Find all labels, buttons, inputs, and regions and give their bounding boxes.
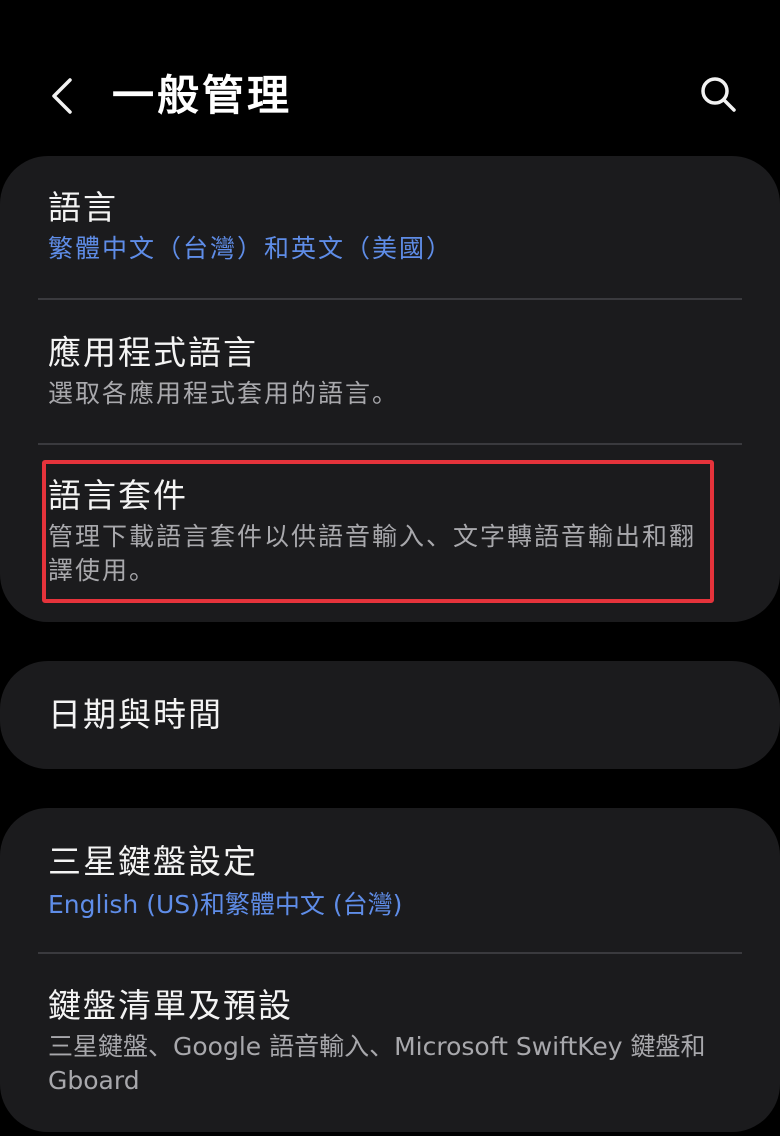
search-icon <box>701 77 736 112</box>
divider <box>38 443 742 445</box>
chevron-left-icon <box>52 78 72 114</box>
keyboard-list-subtitle: 三星鍵盤、Google 語音輸入、Microsoft SwiftKey 鍵盤和 … <box>48 1032 706 1095</box>
back-button[interactable] <box>36 66 88 126</box>
date-time-card: 日期與時間 <box>0 661 780 769</box>
keyboard-list-title: 鍵盤清單及預設 <box>48 986 293 1025</box>
app-language-item[interactable]: 應用程式語言 選取各應用程式套用的語言。 <box>0 331 780 411</box>
divider <box>38 298 742 300</box>
language-packs-item[interactable]: 語言套件 管理下載語言套件以供語音輸入、文字轉語音輸出和翻譯使用。 <box>0 474 780 588</box>
language-packs-subtitle: 管理下載語言套件以供語音輸入、文字轉語音輸出和翻譯使用。 <box>48 522 697 585</box>
samsung-keyboard-item[interactable]: 三星鍵盤設定 English (US)和繁體中文 (台灣) <box>0 840 780 922</box>
date-time-item[interactable]: 日期與時間 <box>0 693 780 737</box>
keyboard-list-item[interactable]: 鍵盤清單及預設 三星鍵盤、Google 語音輸入、Microsoft Swift… <box>0 984 780 1098</box>
samsung-keyboard-subtitle: English (US)和繁體中文 (台灣) <box>48 890 403 919</box>
page-title: 一般管理 <box>112 71 293 120</box>
search-button[interactable] <box>690 66 746 122</box>
language-subtitle: 繁體中文（台灣）和英文（美國） <box>48 234 454 263</box>
language-item[interactable]: 語言 繁體中文（台灣）和英文（美國） <box>0 186 780 266</box>
date-time-title: 日期與時間 <box>48 695 223 734</box>
language-settings-card: 語言 繁體中文（台灣）和英文（美國） 應用程式語言 選取各應用程式套用的語言。 … <box>0 156 780 622</box>
language-packs-title: 語言套件 <box>48 476 188 515</box>
app-language-subtitle: 選取各應用程式套用的語言。 <box>48 379 400 408</box>
top-app-bar: 一般管理 <box>0 0 780 150</box>
language-title: 語言 <box>48 188 118 227</box>
divider <box>38 952 742 954</box>
samsung-keyboard-title: 三星鍵盤設定 <box>48 842 258 881</box>
keyboard-settings-card: 三星鍵盤設定 English (US)和繁體中文 (台灣) 鍵盤清單及預設 三星… <box>0 808 780 1132</box>
app-language-title: 應用程式語言 <box>48 333 258 372</box>
